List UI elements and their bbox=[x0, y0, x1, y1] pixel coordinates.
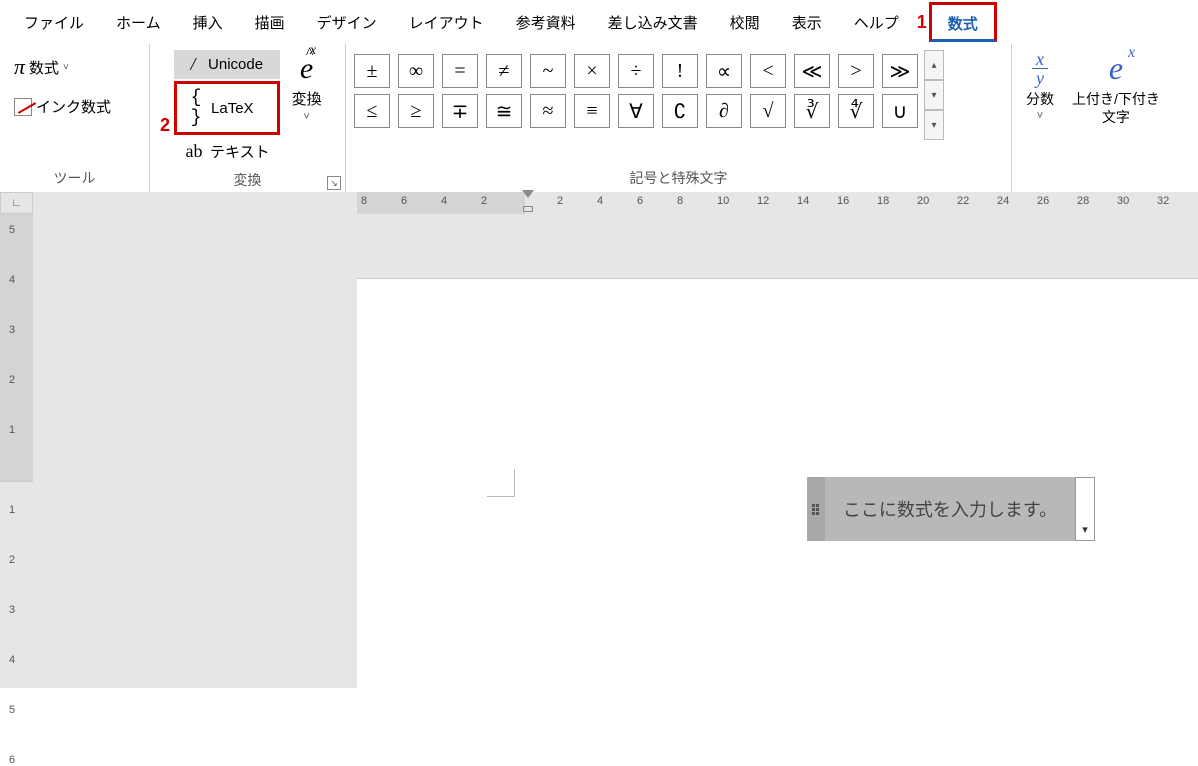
pi-icon: π bbox=[14, 54, 25, 80]
symbol-∂[interactable]: ∂ bbox=[706, 94, 742, 128]
chevron-down-icon: ˅ bbox=[303, 111, 309, 123]
symbol-×[interactable]: × bbox=[574, 54, 610, 88]
group-label-tools: ツール bbox=[0, 164, 149, 192]
text-label: テキスト bbox=[210, 141, 270, 162]
symbol-∪[interactable]: ∪ bbox=[882, 94, 918, 128]
unicode-button[interactable]: / Unicode bbox=[174, 50, 280, 79]
annotation-1: 1 bbox=[915, 12, 929, 33]
symbol-∛[interactable]: ∛ bbox=[794, 94, 830, 128]
group-label-symbols: 記号と特殊文字 bbox=[346, 164, 1011, 192]
symbols-scroll-down[interactable]: ▾ bbox=[924, 80, 944, 110]
symbol-÷[interactable]: ÷ bbox=[618, 54, 654, 88]
symbols-scroll-up[interactable]: ▴ bbox=[924, 50, 944, 80]
symbol-≫[interactable]: ≫ bbox=[882, 54, 918, 88]
symbols-gallery: ±∞=≠~×÷!∝<≪>≫ ≤≥∓≅≈≡∀∁∂√∛∜∪ bbox=[354, 50, 918, 128]
fraction-button[interactable]: xy 分数 ˅ bbox=[1026, 50, 1054, 126]
annotation-2: 2 bbox=[158, 115, 172, 136]
menu-view[interactable]: 表示 bbox=[776, 4, 838, 41]
equation-options-dropdown[interactable] bbox=[1075, 477, 1095, 541]
symbol-≅[interactable]: ≅ bbox=[486, 94, 522, 128]
symbol-≡[interactable]: ≡ bbox=[574, 94, 610, 128]
menu-insert[interactable]: 挿入 bbox=[177, 4, 239, 41]
unicode-label: Unicode bbox=[208, 56, 263, 73]
convert-button[interactable]: e^x 変換 ˅ bbox=[284, 50, 330, 127]
menu-home[interactable]: ホーム bbox=[100, 4, 177, 41]
text-button[interactable]: ab テキスト bbox=[174, 137, 280, 166]
symbol-~[interactable]: ~ bbox=[530, 54, 566, 88]
menu-file[interactable]: ファイル bbox=[8, 4, 100, 41]
document-area: ここに数式を入力します。 bbox=[357, 214, 1198, 688]
ribbon: π 数式 ˅ インク数式 ツール 2 / Unicode bbox=[0, 44, 1198, 192]
dialog-launcher-icon[interactable]: ↘ bbox=[327, 176, 341, 190]
symbol-<[interactable]: < bbox=[750, 54, 786, 88]
symbol-≪[interactable]: ≪ bbox=[794, 54, 830, 88]
equation-placeholder[interactable]: ここに数式を入力します。 bbox=[825, 477, 1075, 541]
page[interactable]: ここに数式を入力します。 bbox=[357, 278, 1198, 688]
ink-equation-icon bbox=[14, 98, 32, 116]
menubar: ファイル ホーム 挿入 描画 デザイン レイアウト 参考資料 差し込み文書 校閲… bbox=[0, 0, 1198, 44]
script-label: 上付き/下付き 文字 bbox=[1072, 90, 1160, 126]
symbols-expand[interactable] bbox=[924, 110, 944, 140]
menu-help[interactable]: ヘルプ bbox=[838, 4, 915, 41]
symbol-∀[interactable]: ∀ bbox=[618, 94, 654, 128]
margin-corner-mark bbox=[487, 469, 515, 497]
slash-icon: / bbox=[184, 54, 202, 75]
symbol-≥[interactable]: ≥ bbox=[398, 94, 434, 128]
ink-equation-label: インク数式 bbox=[36, 96, 111, 117]
symbol-![interactable]: ! bbox=[662, 54, 698, 88]
indent-marker[interactable] bbox=[522, 190, 534, 214]
latex-label: LaTeX bbox=[211, 100, 254, 117]
braces-icon: { } bbox=[187, 88, 205, 128]
ehat-icon: e^x bbox=[300, 54, 313, 84]
symbol->[interactable]: > bbox=[838, 54, 874, 88]
ab-icon: ab bbox=[184, 141, 204, 162]
symbol-∓[interactable]: ∓ bbox=[442, 94, 478, 128]
chevron-down-icon: ˅ bbox=[63, 62, 69, 73]
menu-equation[interactable]: 数式 bbox=[929, 2, 997, 42]
ink-equation-button[interactable]: インク数式 bbox=[8, 92, 117, 121]
symbol-≈[interactable]: ≈ bbox=[530, 94, 566, 128]
vertical-ruler: 54321123456 bbox=[0, 214, 33, 688]
equation-dropdown[interactable]: π 数式 ˅ bbox=[8, 50, 117, 84]
symbol-≠[interactable]: ≠ bbox=[486, 54, 522, 88]
convert-label: 変換 bbox=[292, 88, 322, 109]
symbol-≤[interactable]: ≤ bbox=[354, 94, 390, 128]
menu-mailings[interactable]: 差し込み文書 bbox=[592, 4, 714, 41]
horizontal-ruler: ∟ 86422468101214161820222426283032 bbox=[0, 192, 1198, 214]
menu-references[interactable]: 参考資料 bbox=[500, 4, 592, 41]
menu-draw[interactable]: 描画 bbox=[239, 4, 301, 41]
symbol-=[interactable]: = bbox=[442, 54, 478, 88]
ruler-corner: ∟ bbox=[0, 192, 33, 214]
menu-design[interactable]: デザイン bbox=[301, 4, 393, 41]
symbol-∜[interactable]: ∜ bbox=[838, 94, 874, 128]
symbol-±[interactable]: ± bbox=[354, 54, 390, 88]
script-button[interactable]: ex 上付き/下付き 文字 bbox=[1072, 50, 1160, 126]
symbol-∁[interactable]: ∁ bbox=[662, 94, 698, 128]
equation-dropdown-label: 数式 bbox=[29, 57, 59, 78]
latex-button[interactable]: { } LaTeX bbox=[174, 81, 280, 135]
equation-object[interactable]: ここに数式を入力します。 bbox=[807, 477, 1095, 541]
symbol-∝[interactable]: ∝ bbox=[706, 54, 742, 88]
menu-layout[interactable]: レイアウト bbox=[393, 4, 500, 41]
script-icon: ex bbox=[1109, 50, 1123, 86]
chevron-down-icon: ˅ bbox=[1037, 110, 1043, 122]
symbol-∞[interactable]: ∞ bbox=[398, 54, 434, 88]
fraction-label: 分数 bbox=[1026, 90, 1054, 108]
group-label-convert: 変換 ↘ bbox=[150, 166, 345, 194]
symbol-√[interactable]: √ bbox=[750, 94, 786, 128]
fraction-icon: xy bbox=[1032, 50, 1048, 86]
menu-review[interactable]: 校閲 bbox=[714, 4, 776, 41]
equation-handle[interactable] bbox=[807, 477, 825, 541]
